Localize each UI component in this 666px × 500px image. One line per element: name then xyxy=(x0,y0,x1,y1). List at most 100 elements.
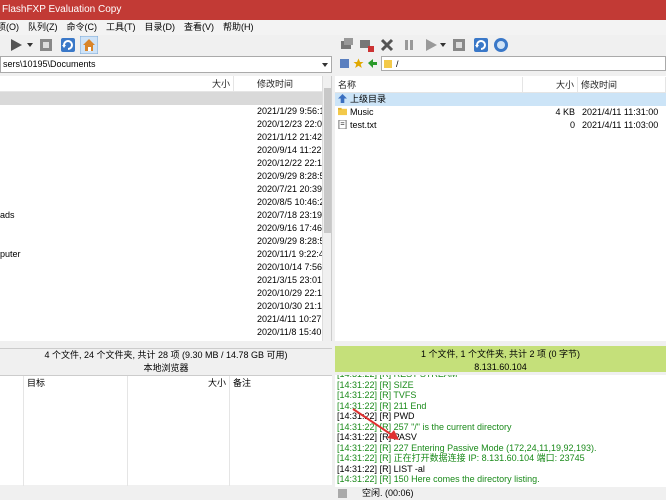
file-modified: 2021/4/11 10:27: xyxy=(257,314,324,324)
log-text: [R] REST STREAM xyxy=(380,375,458,379)
menu-item-site[interactable]: 项(O) xyxy=(0,20,19,35)
local-scrollbar[interactable] xyxy=(322,76,331,341)
table-row[interactable]: 2020/12/23 22:0 xyxy=(0,118,323,131)
menu-item-command[interactable]: 命令(C) xyxy=(67,20,98,35)
local-path[interactable]: sers\10195\Documents xyxy=(3,59,96,69)
log-time: [14:31:22] xyxy=(337,375,377,379)
file-modified: 2020/7/21 20:39: xyxy=(257,184,325,194)
file-modified: 2021/4/11 11:03:00 xyxy=(582,120,659,130)
column-size[interactable]: 大小 xyxy=(523,77,578,93)
table-row[interactable]: 2021/1/12 21:42: xyxy=(0,131,325,144)
table-row[interactable]: 2021/4/11 10:27: xyxy=(0,313,324,326)
column-modified[interactable]: 修改时间 xyxy=(578,77,666,93)
local-path-bar[interactable]: sers\10195\Documents xyxy=(0,56,332,73)
file-name[interactable]: 上级目录 xyxy=(350,93,386,106)
table-row[interactable]: 2021/3/15 23:01: xyxy=(0,274,325,287)
local-status: 4 个文件, 24 个文件夹, 共计 28 项 (9.30 MB / 14.78… xyxy=(0,348,332,374)
transfer-icon[interactable] xyxy=(451,37,467,53)
file-modified: 2020/10/29 22:1 xyxy=(257,288,323,298)
column-size[interactable]: 大小 xyxy=(0,76,234,92)
menu-item-help[interactable]: 帮助(H) xyxy=(223,20,254,35)
table-row[interactable]: puter 2020/11/1 9:22:4 xyxy=(0,248,324,261)
site-icon[interactable] xyxy=(339,58,350,69)
remote-toolbar xyxy=(335,35,666,55)
table-row[interactable]: 2020/9/16 17:46: xyxy=(0,222,325,235)
table-row[interactable]: 2020/9/29 8:28:5 xyxy=(0,235,325,248)
scrollbar-thumb[interactable] xyxy=(324,88,331,233)
play-icon[interactable] xyxy=(423,37,439,53)
table-row[interactable]: test.txt 0 2021/4/11 11:03:00 xyxy=(335,119,666,132)
chevron-down-icon[interactable] xyxy=(26,37,34,53)
menu-item-directory[interactable]: 目录(D) xyxy=(145,20,176,35)
pause-icon[interactable] xyxy=(401,37,417,53)
table-row[interactable]: 2020/9/29 8:28:5 xyxy=(0,170,325,183)
queue-column-blank xyxy=(0,376,24,486)
abort-icon[interactable] xyxy=(379,37,395,53)
text-file-icon xyxy=(338,119,347,133)
menu-item-queue[interactable]: 队列(Z) xyxy=(28,20,58,35)
connect-icon[interactable] xyxy=(339,37,355,53)
idle-status: 空闲. (00:06) xyxy=(362,488,414,498)
local-toolbar xyxy=(0,35,332,55)
file-name[interactable]: test.txt xyxy=(350,119,377,132)
remote-summary: 1 个文件, 1 个文件夹, 共计 2 项 (0 字节) xyxy=(420,349,581,359)
log-time: [14:31:22] xyxy=(337,463,378,474)
table-row[interactable]: 上级目录 xyxy=(335,93,666,106)
home-icon[interactable] xyxy=(80,36,98,54)
file-modified: 2020/10/14 7:56: xyxy=(257,262,325,272)
table-row[interactable]: Music 4 KB 2021/4/11 11:31:00 xyxy=(335,106,666,119)
queue-column-target[interactable]: 目标 xyxy=(24,376,128,486)
column-name[interactable]: 名称 xyxy=(335,77,523,93)
star-icon[interactable] xyxy=(353,58,364,69)
log-line: [14:31:22] [R] LIST -al xyxy=(337,464,425,475)
file-modified: 2020/11/8 15:40: xyxy=(257,327,324,337)
menu-item-tools[interactable]: 工具(T) xyxy=(106,20,136,35)
remote-host: 8.131.60.104 xyxy=(474,362,527,372)
refresh-icon[interactable] xyxy=(473,37,489,53)
column-modified[interactable]: 修改时间 xyxy=(254,76,323,92)
green-arrow-icon[interactable] xyxy=(367,58,378,69)
local-summary: 4 个文件, 24 个文件夹, 共计 28 项 (9.30 MB / 14.78… xyxy=(44,350,288,360)
remote-path-field[interactable]: / xyxy=(381,56,666,71)
table-row[interactable]: 2020/7/21 20:39: xyxy=(0,183,325,196)
remote-path[interactable]: / xyxy=(396,59,399,69)
table-row[interactable]: 2020/10/29 22:1 xyxy=(0,287,323,300)
log-text: [R] TVFS xyxy=(379,390,417,400)
table-row[interactable]: 2020/12/22 22:1 xyxy=(0,157,323,170)
transfer-icon[interactable] xyxy=(38,37,54,53)
file-modified: 2021/1/29 9:56:1 xyxy=(257,106,325,116)
table-row[interactable]: 2020/10/14 7:56: xyxy=(0,261,325,274)
file-modified: 2020/11/1 9:22:4 xyxy=(257,249,324,259)
queue-column-size[interactable]: 大小 xyxy=(128,376,230,486)
disconnect-icon[interactable] xyxy=(359,37,375,53)
play-icon[interactable] xyxy=(8,37,24,53)
transfer-queue[interactable]: 目标 大小 备注 xyxy=(0,375,332,486)
log-text: [R] LIST -al xyxy=(379,463,425,474)
table-row[interactable]: ads 2020/7/18 23:19: xyxy=(0,209,325,222)
session-log[interactable]: [14:31:22] [R] REST STREAM[14:31:22] [R]… xyxy=(335,375,666,487)
log-line: [14:31:22] [R] TVFS xyxy=(337,390,416,401)
chevron-down-icon[interactable] xyxy=(321,61,329,69)
table-row[interactable]: 2020/11/8 15:40: xyxy=(0,326,324,339)
file-name[interactable]: puter xyxy=(0,248,21,261)
file-modified: 2020/7/18 23:19: xyxy=(257,210,325,220)
chevron-down-icon[interactable] xyxy=(439,37,447,53)
file-modified: 2020/9/16 17:46: xyxy=(257,223,325,233)
refresh-icon[interactable] xyxy=(60,37,76,53)
remote-file-list[interactable]: 名称 大小 修改时间 上级目录 Music 4 KB 2021/4/11 11:31:… xyxy=(335,76,666,341)
table-row[interactable]: 2020/10/30 21:1 xyxy=(0,300,323,313)
table-row[interactable]: 2020/9/14 11:22: xyxy=(0,144,324,157)
local-browser-label: 本地浏览器 xyxy=(143,363,189,373)
table-row[interactable]: 2020/8/5 10:46:2 xyxy=(0,196,325,209)
file-name[interactable]: Music xyxy=(350,106,374,119)
table-row[interactable] xyxy=(0,92,323,105)
local-file-list[interactable]: 大小 修改时间 2021/1/29 9:56:1 2020/12/23 22:0 2… xyxy=(0,76,332,341)
table-row[interactable]: 2021/1/29 9:56:1 xyxy=(0,105,325,118)
queue-column-note[interactable]: 备注 xyxy=(230,376,332,486)
menu-item-view[interactable]: 查看(V) xyxy=(184,20,214,35)
log-text: [R] SIZE xyxy=(379,379,414,390)
file-modified: 2021/1/12 21:42: xyxy=(257,132,325,142)
file-name[interactable]: ads xyxy=(0,209,15,222)
log-time: [14:31:22] xyxy=(337,474,378,484)
globe-icon[interactable] xyxy=(493,37,509,53)
